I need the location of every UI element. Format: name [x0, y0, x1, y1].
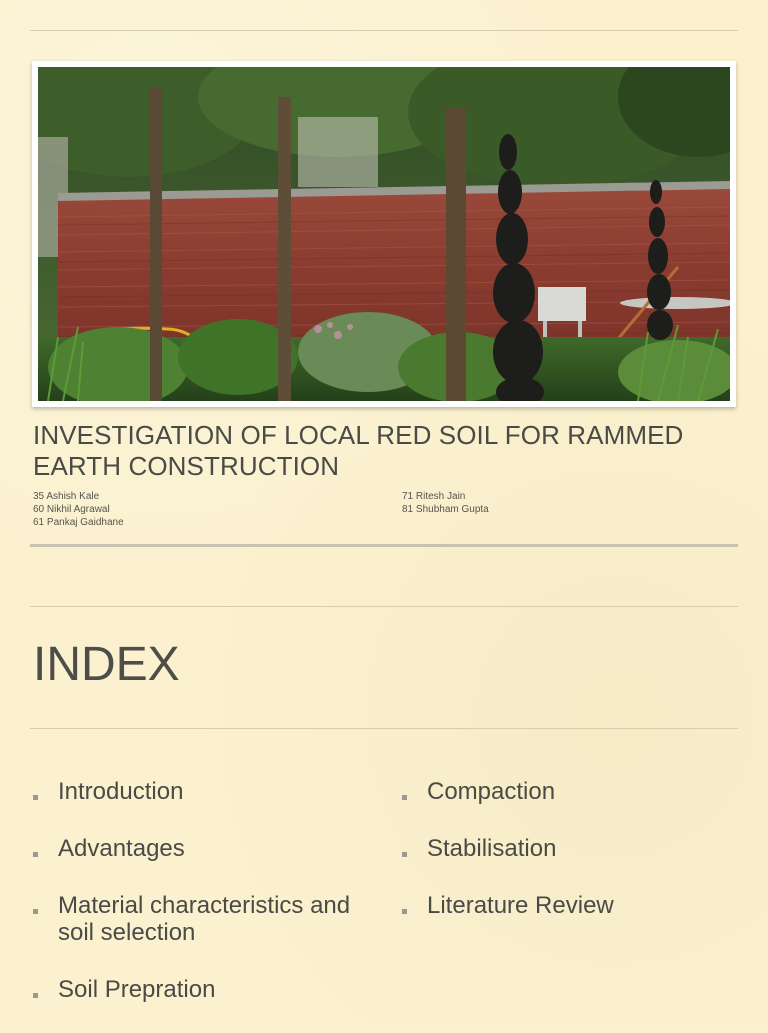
bullet-icon: [33, 852, 38, 857]
rammed-earth-wall-photo: [38, 67, 730, 401]
list-item-label: Literature Review: [427, 892, 614, 919]
slide-separator: [30, 544, 738, 547]
top-divider: [30, 30, 738, 31]
list-item-label: Material characteristics and soil select…: [58, 892, 351, 946]
index-heading: INDEX: [33, 638, 180, 691]
index-list-right: Compaction Stabilisation Literature Revi…: [402, 778, 732, 949]
list-item-label: Advantages: [58, 835, 185, 862]
list-item: Stabilisation: [402, 835, 732, 862]
list-item-label: Compaction: [427, 778, 556, 805]
authors-left-column: 35 Ashish Kale 60 Nikhil Agrawal 61 Pank…: [33, 490, 124, 529]
presentation-title: INVESTIGATION OF LOCAL RED SOIL FOR RAMM…: [33, 420, 684, 481]
bullet-icon: [402, 795, 407, 800]
index-list-left: Introduction Advantages Material charact…: [33, 778, 363, 1033]
list-item-label: Stabilisation: [427, 835, 557, 862]
author-name: 71 Ritesh Jain: [402, 491, 466, 502]
index-bottom-divider: [30, 728, 738, 729]
list-item: Introduction: [33, 778, 363, 805]
author-name: 35 Ashish Kale: [33, 491, 100, 502]
index-top-divider: [30, 606, 738, 607]
author-name: 60 Nikhil Agrawal: [33, 504, 110, 515]
photo-frame: [32, 61, 736, 407]
list-item: Compaction: [402, 778, 732, 805]
author-name: 61 Pankaj Gaidhane: [33, 517, 124, 528]
list-item-label: Soil Prepration: [58, 976, 216, 1003]
list-item: Soil Prepration: [33, 976, 363, 1003]
list-item: Material characteristics and soil select…: [33, 892, 363, 946]
bullet-icon: [402, 852, 407, 857]
bullet-icon: [33, 993, 38, 998]
authors-right-column: 71 Ritesh Jain 81 Shubham Gupta: [402, 490, 489, 516]
list-item: Advantages: [33, 835, 363, 862]
bullet-icon: [402, 909, 407, 914]
bullet-icon: [33, 909, 38, 914]
author-name: 81 Shubham Gupta: [402, 504, 489, 515]
slide-page: INVESTIGATION OF LOCAL RED SOIL FOR RAMM…: [0, 0, 768, 1024]
bullet-icon: [33, 795, 38, 800]
list-item-label: Introduction: [58, 778, 184, 805]
list-item: Literature Review: [402, 892, 732, 919]
